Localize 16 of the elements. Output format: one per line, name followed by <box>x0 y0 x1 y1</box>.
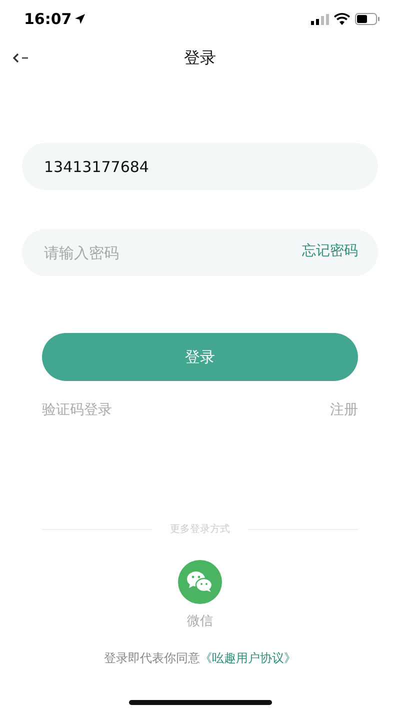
status-time: 16:07 <box>24 10 85 28</box>
signal-icon <box>311 14 329 24</box>
forgot-password-link[interactable]: 忘记密码 <box>302 242 358 260</box>
user-agreement-link[interactable]: 《吆趣用户协议》 <box>200 651 296 665</box>
wifi-icon <box>334 13 350 25</box>
back-button[interactable] <box>12 51 30 65</box>
page-title: 登录 <box>184 48 216 68</box>
sms-login-link[interactable]: 验证码登录 <box>42 401 112 419</box>
register-link[interactable]: 注册 <box>330 401 358 419</box>
chat-bubbles-icon <box>178 560 222 604</box>
battery-icon <box>355 13 380 25</box>
phone-field[interactable]: 13413177684 <box>22 143 378 190</box>
login-button[interactable]: 登录 <box>42 333 358 381</box>
location-icon <box>74 14 85 24</box>
agreement-text: 登录即代表你同意《吆趣用户协议》 <box>103 650 297 667</box>
wechat-login-button[interactable]: 微信 <box>178 560 222 630</box>
